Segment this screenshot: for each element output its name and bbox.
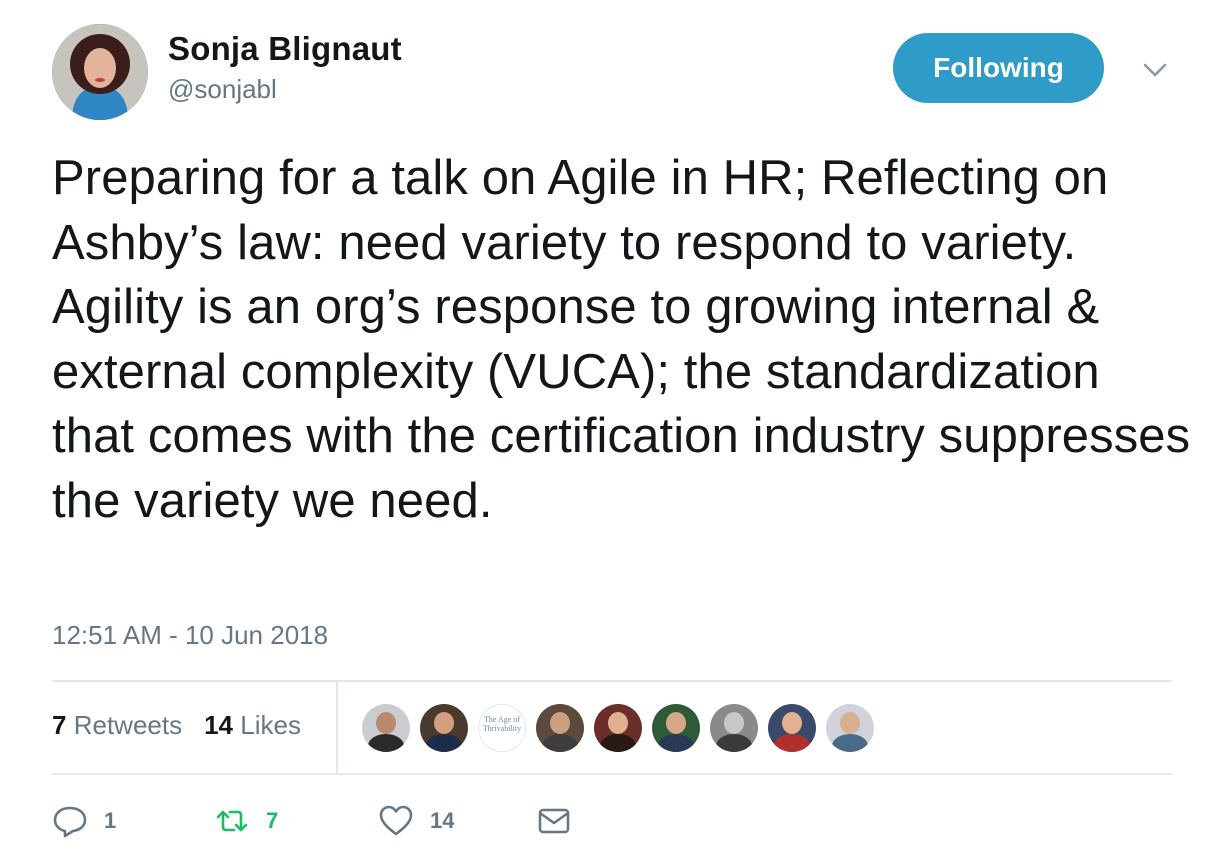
- liker-face-shape: [782, 712, 802, 734]
- likes-label: Likes: [240, 710, 301, 740]
- tweet-card: Sonja Blignaut @sonjabl Following Prepar…: [0, 0, 1222, 858]
- liker-body-shape: [426, 734, 462, 752]
- liker-face-shape: [608, 712, 628, 734]
- tweet-actions: 1 7 14: [52, 800, 612, 842]
- user-name[interactable]: Sonja Blignaut: [168, 30, 402, 68]
- liker-avatar[interactable]: [594, 704, 642, 752]
- retweet-icon: [216, 810, 248, 832]
- retweet-button[interactable]: 7: [214, 800, 278, 842]
- liker-avatar[interactable]: [768, 704, 816, 752]
- divider: [52, 680, 1172, 682]
- liker-avatar[interactable]: [652, 704, 700, 752]
- envelope-icon: [538, 808, 570, 834]
- liker-body-shape: [542, 734, 578, 752]
- engagement-stats: 7 Retweets 14 Likes: [52, 710, 301, 741]
- liker-face-shape: [434, 712, 454, 734]
- direct-message-button[interactable]: [536, 800, 572, 842]
- divider: [52, 773, 1172, 775]
- tweet-timestamp[interactable]: 12:51 AM - 10 Jun 2018: [52, 620, 328, 651]
- liker-avatar[interactable]: [536, 704, 584, 752]
- liker-avatar[interactable]: [826, 704, 874, 752]
- tweet-text: Preparing for a talk on Agile in HR; Ref…: [52, 151, 1191, 528]
- likes-stat[interactable]: 14 Likes: [204, 710, 301, 741]
- retweets-stat[interactable]: 7 Retweets: [52, 710, 182, 741]
- liker-face-shape: [666, 712, 686, 734]
- liker-body-shape: [832, 734, 868, 752]
- reply-icon: [53, 806, 87, 838]
- reply-button[interactable]: 1: [52, 800, 116, 842]
- liker-body-shape: [774, 734, 810, 752]
- liker-avatar[interactable]: [710, 704, 758, 752]
- retweets-count: 7: [52, 710, 67, 740]
- liker-face-shape: [550, 712, 570, 734]
- likes-count: 14: [204, 710, 234, 740]
- reply-count: 1: [104, 808, 117, 833]
- chevron-down-icon[interactable]: [1140, 58, 1170, 82]
- liker-logo-text: The Age of Thrivability: [482, 715, 522, 733]
- liker-body-shape: [716, 734, 752, 752]
- divider: [336, 682, 338, 773]
- liker-body-shape: [600, 734, 636, 752]
- liker-avatar[interactable]: The Age of Thrivability: [478, 704, 526, 752]
- liker-face-shape: [840, 712, 860, 734]
- liker-avatars: The Age of Thrivability: [362, 704, 874, 752]
- liker-avatar[interactable]: [420, 704, 468, 752]
- liker-body-shape: [658, 734, 694, 752]
- liker-face-shape: [724, 712, 744, 734]
- retweets-label: Retweets: [73, 710, 183, 740]
- like-button[interactable]: 14: [378, 800, 454, 842]
- user-handle[interactable]: @sonjabl: [168, 74, 277, 105]
- liker-face-shape: [376, 712, 396, 734]
- retweet-count: 7: [266, 808, 279, 833]
- heart-icon: [379, 805, 413, 836]
- like-count: 14: [430, 808, 455, 833]
- avatar[interactable]: [52, 24, 148, 120]
- following-button[interactable]: Following: [893, 33, 1104, 103]
- liker-body-shape: [368, 734, 404, 752]
- liker-avatar[interactable]: [362, 704, 410, 752]
